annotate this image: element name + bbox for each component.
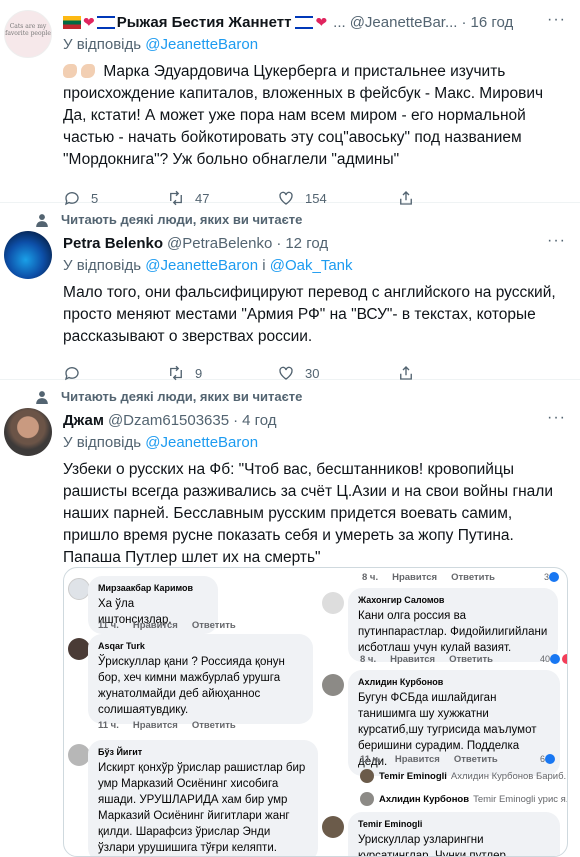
- like-reaction-icon: [549, 572, 560, 582]
- reaction-count: 40: [540, 654, 567, 664]
- author-handle[interactable]: @JeanetteBar...: [350, 14, 458, 31]
- timestamp[interactable]: 12 год: [285, 235, 328, 252]
- retweet-count: 9: [195, 365, 203, 381]
- avatar: [68, 638, 90, 660]
- flag-icon: [295, 15, 314, 29]
- timestamp[interactable]: 4 год: [242, 412, 276, 429]
- fb-reply-preview: Temir Eminogli Ахлидин Курбонов Бариб...: [360, 769, 567, 783]
- hand-emoji-icon: [63, 64, 77, 78]
- like-reaction-icon: [545, 754, 556, 764]
- reply-context: У відповідь @JeanetteBaron і @Oak_Tank: [63, 257, 353, 274]
- author-name[interactable]: Petra Belenko: [63, 235, 163, 252]
- avatar: [360, 769, 374, 783]
- tweet-1[interactable]: Cats are my favorite people ❤ Рыжая Бест…: [0, 0, 580, 206]
- mention-link[interactable]: @JeanetteBaron: [145, 434, 258, 451]
- more-icon[interactable]: ···: [547, 232, 566, 250]
- fb-reply-preview: Ахлидин Курбонов Temir Eminogli урис я...: [360, 792, 567, 806]
- author-handle[interactable]: @Dzam61503635: [108, 412, 229, 429]
- tweet-text: Узбеки о русских на Фб: "Чтоб вас, бесшт…: [63, 461, 553, 566]
- avatar[interactable]: [4, 408, 52, 456]
- reaction-count: 6: [540, 754, 557, 764]
- like-count: 30: [305, 365, 320, 381]
- reply-context: У відповідь @JeanetteBaron: [63, 36, 259, 53]
- author-name[interactable]: Джам: [63, 412, 104, 429]
- heart-icon: ❤: [83, 13, 95, 30]
- heart-icon: ❤: [315, 13, 328, 30]
- author-name[interactable]: Рыжая Бестия Жаннетт: [117, 14, 292, 31]
- timestamp[interactable]: 16 год: [470, 14, 513, 31]
- like-reaction-icon: [550, 654, 561, 664]
- more-icon[interactable]: ···: [547, 409, 566, 427]
- social-context: Читають деякі люди, яких ви читаєте: [35, 212, 302, 227]
- mention-link[interactable]: @JeanetteBaron: [145, 36, 258, 53]
- avatar: [360, 792, 374, 806]
- tweet-2[interactable]: Читають деякі люди, яких ви читаєте Petr…: [0, 203, 580, 381]
- reply-context: У відповідь @JeanetteBaron: [63, 434, 259, 451]
- tweet-text: Мало того, они фальсифицируют перевод с …: [63, 284, 556, 345]
- flag-icon: [63, 15, 81, 29]
- mention-link[interactable]: @Oak_Tank: [270, 257, 353, 274]
- avatar: [68, 744, 90, 766]
- person-icon: [36, 390, 48, 404]
- avatar[interactable]: Cats are my favorite people: [4, 10, 52, 58]
- avatar: [322, 592, 344, 614]
- avatar: [322, 674, 344, 696]
- avatar: [322, 816, 344, 838]
- avatar: [68, 578, 90, 600]
- hand-emoji-icon: [81, 64, 95, 78]
- social-context: Читають деякі люди, яких ви читаєте: [35, 389, 302, 404]
- more-icon[interactable]: ···: [547, 11, 566, 29]
- flag-icon: [96, 15, 115, 29]
- tweet-text: Марка Эдуардовича Цукерберга и пристальн…: [63, 63, 544, 168]
- mention-link[interactable]: @JeanetteBaron: [145, 257, 258, 274]
- avatar-caption: Cats are my favorite people: [5, 23, 51, 37]
- person-icon: [36, 213, 48, 227]
- avatar[interactable]: [4, 231, 52, 279]
- tweet-media-image[interactable]: Мирзаакбар Каримов Ха ўла иштонсизлар. 1…: [63, 567, 568, 857]
- heart-reaction-icon: [562, 654, 567, 664]
- author-handle[interactable]: @PetraBelenko: [167, 235, 272, 252]
- reaction-count: 3: [544, 572, 561, 582]
